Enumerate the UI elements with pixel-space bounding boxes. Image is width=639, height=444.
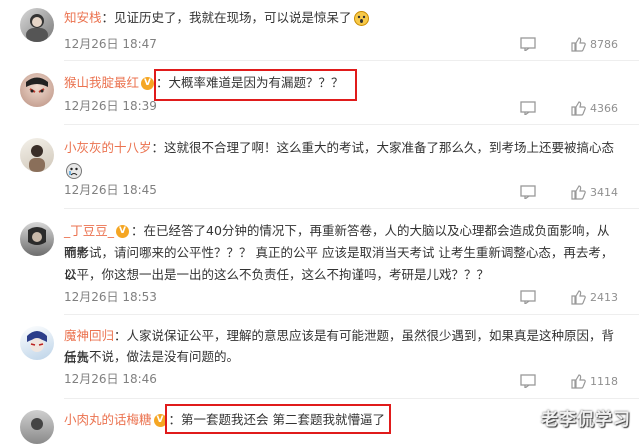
thumb-up-icon bbox=[571, 374, 586, 389]
timestamp: 12月26日 18:45 bbox=[64, 183, 157, 197]
reply-icon[interactable] bbox=[520, 290, 536, 304]
like-button[interactable]: 4366 bbox=[570, 100, 618, 116]
timestamp: 12月26日 18:46 bbox=[64, 372, 157, 386]
comment-item: 小灰灰的十八岁：这就很不合理了啊！这么重大的考试，大家准备了那么久，到考场上还要… bbox=[0, 124, 639, 204]
like-button[interactable]: 2413 bbox=[570, 289, 618, 305]
reply-icon[interactable] bbox=[520, 101, 536, 115]
verified-badge-icon: V bbox=[116, 225, 130, 238]
like-button[interactable]: 1118 bbox=[570, 373, 618, 389]
comment-text-line: 小灰灰的十八岁：这就很不合理了啊！这么重大的考试，大家准备了那么久，到考场上还要… bbox=[64, 137, 621, 181]
timestamp: 12月26日 18:47 bbox=[64, 37, 157, 51]
reply-icon[interactable] bbox=[520, 185, 536, 199]
thumb-up-icon bbox=[571, 185, 586, 200]
avatar[interactable] bbox=[20, 410, 54, 444]
comment-text: 公平，你这想一出是一出的这么不负责任，这么不拘谨吗，考研是儿戏？？？ bbox=[64, 267, 490, 282]
like-count: 3414 bbox=[590, 185, 618, 199]
avatar[interactable] bbox=[20, 138, 54, 172]
thumb-up-icon bbox=[571, 290, 586, 305]
avatar[interactable] bbox=[20, 73, 54, 107]
username-link[interactable]: 知安栈 bbox=[64, 10, 102, 25]
like-button[interactable]: 3414 bbox=[570, 184, 618, 200]
like-count: 4366 bbox=[590, 101, 618, 115]
thumb-up-icon bbox=[571, 101, 586, 116]
highlight-box bbox=[154, 69, 357, 101]
username-link[interactable]: 猴山我腚最红 bbox=[64, 75, 139, 90]
comment-text-line: 知安栈：见证历史了，我就在现场，可以说是惊呆了 bbox=[64, 7, 621, 29]
thumb-up-icon bbox=[571, 37, 586, 52]
comment-text: 见证历史了，我就在现场，可以说是惊呆了 bbox=[114, 10, 352, 25]
like-count: 8786 bbox=[590, 37, 618, 51]
like-button[interactable]: 8786 bbox=[570, 36, 618, 52]
watermark: 老李侃学习 bbox=[541, 410, 631, 430]
comment-text: 任先不说，做法是没有问题的。 bbox=[64, 349, 240, 364]
timestamp: 12月26日 18:53 bbox=[64, 290, 157, 304]
comment-text-line: 任先不说，做法是没有问题的。 bbox=[64, 346, 621, 368]
crying-face-emoji-icon bbox=[66, 162, 82, 179]
reply-icon[interactable] bbox=[520, 37, 536, 51]
comment-item: _丁豆豆_ V ：在已经答了40分钟的情况下，再重新答卷，人的大脑以及心理都会造成负… bbox=[0, 208, 639, 316]
avatar[interactable] bbox=[20, 326, 54, 360]
username-link[interactable]: _丁豆豆_ bbox=[64, 223, 114, 238]
stunned-face-emoji-icon bbox=[353, 11, 369, 26]
comment-text: 这就很不合理了啊！这么重大的考试，大家准备了那么久，到考场上还要被搞心态 bbox=[164, 140, 615, 155]
like-count: 1118 bbox=[590, 374, 618, 388]
highlight-box bbox=[165, 404, 391, 434]
reply-icon[interactable] bbox=[520, 374, 536, 388]
comment-text-line: 公平，你这想一出是一出的这么不负责任，这么不拘谨吗，考研是儿戏？？？ bbox=[64, 264, 621, 286]
avatar[interactable] bbox=[20, 8, 54, 42]
username-link[interactable]: 小肉丸的话梅糖 bbox=[64, 412, 152, 427]
username-link[interactable]: 小灰灰的十八岁 bbox=[64, 140, 152, 155]
comment-item: 知安栈：见证历史了，我就在现场，可以说是惊呆了 12月26日 18:47 bbox=[0, 0, 639, 58]
timestamp: 12月26日 18:39 bbox=[64, 99, 157, 113]
comment-item: 魔神回归：人家说保证公平，理解的意思应该是有可能泄题，虽然很少遇到，如果真是这种… bbox=[0, 314, 639, 398]
username-link[interactable]: 魔神回归 bbox=[64, 328, 114, 343]
verified-badge-icon: V bbox=[141, 77, 155, 90]
like-count: 2413 bbox=[590, 290, 618, 304]
avatar[interactable] bbox=[20, 222, 54, 256]
